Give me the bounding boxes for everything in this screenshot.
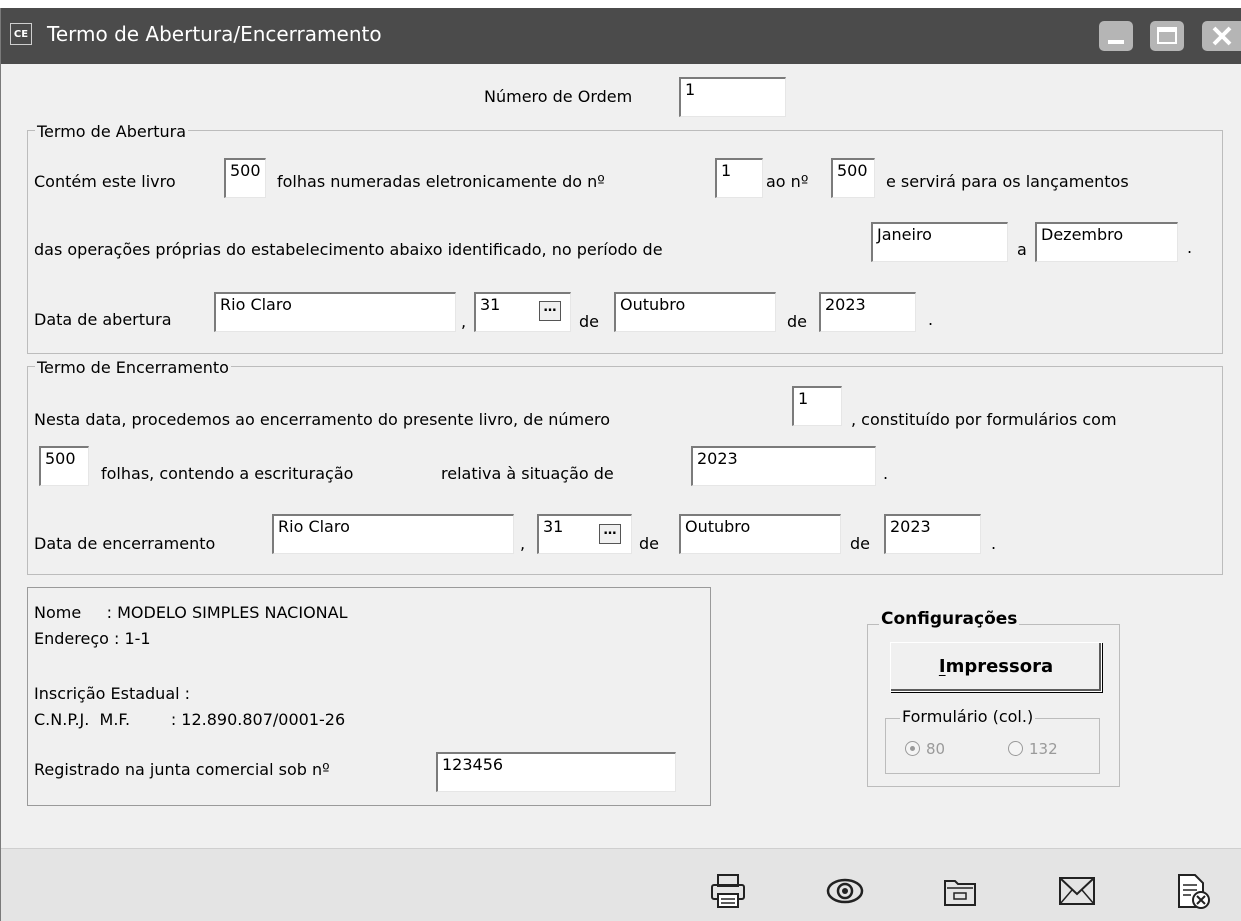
encerramento-line2-dot: . xyxy=(883,464,889,483)
impressora-button[interactable]: Impressora xyxy=(890,642,1102,692)
encerramento-numero-livro-field[interactable]: 1 xyxy=(792,386,842,426)
encerramento-situacao-field[interactable]: 2023 xyxy=(691,446,876,486)
periodo-a-label: a xyxy=(1017,240,1027,259)
empresa-cnpj: C.N.P.J. M.F. : 12.890.807/0001-26 xyxy=(34,710,346,729)
abertura-cidade-field[interactable]: Rio Claro xyxy=(214,292,456,332)
formulario-80-radio[interactable] xyxy=(905,741,920,756)
registro-field[interactable]: 123456 xyxy=(436,752,676,792)
encerramento-date-picker-button[interactable]: … xyxy=(599,524,621,544)
minimize-icon xyxy=(1108,40,1124,44)
termo-encerramento-legend: Termo de Encerramento xyxy=(35,358,231,377)
abertura-line1-prefix: Contém este livro xyxy=(34,172,176,191)
empresa-endereco: Endereço : 1-1 xyxy=(34,629,151,648)
numero-ordem-field[interactable]: 1 xyxy=(679,77,786,117)
encerramento-ano-field[interactable]: 2023 xyxy=(884,514,981,554)
formulario-132-label: 132 xyxy=(1029,740,1058,758)
encerramento-line1-suffix: , constituído por formulários com xyxy=(851,410,1117,429)
abertura-ao-label: ao nº xyxy=(766,172,809,191)
impressora-button-label: Impressora xyxy=(938,656,1054,677)
close-document-icon[interactable] xyxy=(1173,873,1213,909)
encerramento-de2-label: de xyxy=(850,534,870,553)
registro-label: Registrado na junta comercial sob nº xyxy=(34,760,330,779)
abertura-numero-inicial-field[interactable]: 1 xyxy=(715,158,763,198)
empresa-nome: Nome : MODELO SIMPLES NACIONAL xyxy=(34,603,348,622)
encerramento-end-dot: . xyxy=(991,534,997,553)
title-bar: CE Termo de Abertura/Encerramento xyxy=(1,8,1241,64)
abertura-line1-suffix: e servirá para os lançamentos xyxy=(886,172,1129,191)
encerramento-mes-field[interactable]: Outubro xyxy=(679,514,841,554)
data-abertura-label: Data de abertura xyxy=(34,310,172,329)
encerramento-cidade-field[interactable]: Rio Claro xyxy=(272,514,514,554)
printer-icon[interactable] xyxy=(709,873,749,909)
periodo-end-dot: . xyxy=(1187,238,1193,257)
encerramento-line1-prefix: Nesta data, procedemos ao encerramento d… xyxy=(34,410,610,429)
data-encerramento-label: Data de encerramento xyxy=(34,534,216,553)
encerramento-de1-label: de xyxy=(639,534,659,553)
abertura-folhas-field[interactable]: 500 xyxy=(224,158,266,198)
abertura-de2-label: de xyxy=(787,312,807,331)
encerramento-line2-b: relativa à situação de xyxy=(441,464,614,483)
formulario-132-radio[interactable] xyxy=(1008,741,1023,756)
formulario-legend: Formulário (col.) xyxy=(900,707,1036,726)
abertura-date-picker-button[interactable]: … xyxy=(539,301,561,321)
abertura-mes-field[interactable]: Outubro xyxy=(614,292,776,332)
impressora-mnemonic: I xyxy=(938,656,946,677)
footer-toolbar xyxy=(1,848,1241,921)
preview-eye-icon[interactable] xyxy=(825,873,865,909)
folder-icon[interactable] xyxy=(941,873,981,909)
abertura-de1-label: de xyxy=(579,312,599,331)
configuracoes-legend: Configurações xyxy=(879,609,1020,629)
abertura-numero-final-field[interactable]: 500 xyxy=(831,158,875,198)
encerramento-comma: , xyxy=(520,534,526,553)
abertura-end-dot: . xyxy=(928,310,934,329)
termo-abertura-legend: Termo de Abertura xyxy=(35,122,189,141)
abertura-comma: , xyxy=(461,312,467,331)
window: CE Termo de Abertura/Encerramento Número… xyxy=(0,8,1241,921)
abertura-ano-field[interactable]: 2023 xyxy=(819,292,916,332)
numero-ordem-label: Número de Ordem xyxy=(484,87,633,106)
abertura-dia-value: 31 xyxy=(480,295,501,314)
email-envelope-icon[interactable] xyxy=(1057,873,1097,909)
window-title: Termo de Abertura/Encerramento xyxy=(47,22,382,46)
close-window-button[interactable] xyxy=(1202,21,1241,51)
abertura-line2-text: das operações próprias do estabeleciment… xyxy=(34,240,663,259)
encerramento-dia-value: 31 xyxy=(543,517,564,536)
abertura-line1-mid: folhas numeradas eletronicamente do nº xyxy=(277,172,605,191)
formulario-80-label: 80 xyxy=(926,740,946,758)
close-icon xyxy=(1212,26,1232,46)
encerramento-folhas-field[interactable]: 500 xyxy=(39,446,89,486)
encerramento-line2-a: folhas, contendo a escrituração xyxy=(101,464,354,483)
app-icon: CE xyxy=(10,23,32,45)
periodo-fim-field[interactable]: Dezembro xyxy=(1035,222,1178,262)
maximize-button[interactable] xyxy=(1150,21,1184,51)
periodo-inicio-field[interactable]: Janeiro xyxy=(871,222,1008,262)
minimize-button[interactable] xyxy=(1099,21,1133,51)
empresa-inscricao: Inscrição Estadual : xyxy=(34,684,191,703)
maximize-icon xyxy=(1157,27,1177,44)
